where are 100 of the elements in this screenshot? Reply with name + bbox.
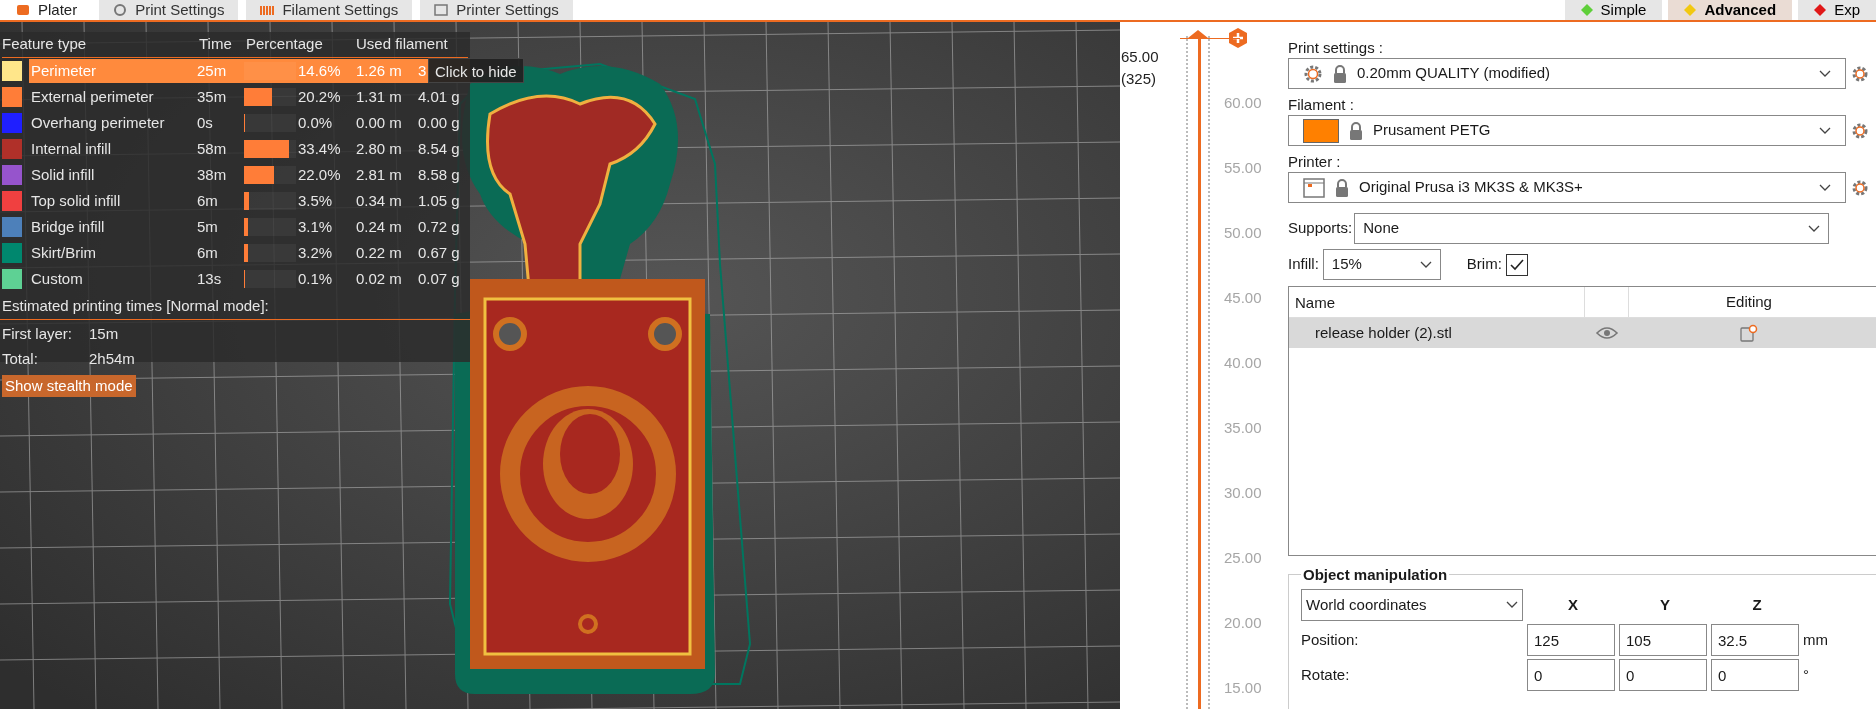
estimate-heading: Estimated printing times [Normal mode]: (2, 296, 269, 317)
weight-value: 8.58 g (418, 164, 460, 185)
feature-label: External perimeter (30, 86, 155, 107)
number-field[interactable]: 125 (1527, 624, 1615, 656)
percentage-value: 14.6% (298, 60, 342, 81)
feature-label: Internal infill (30, 138, 113, 159)
time-label: Total: (2, 349, 39, 370)
preset-dropdown[interactable]: Original Prusa i3 MK3S & MK3S+ (1288, 172, 1846, 203)
time-value: 13s (197, 268, 223, 289)
length-value: 0.24 m (356, 216, 403, 237)
length-value: 0.22 m (356, 242, 403, 263)
tab-icon (260, 3, 275, 17)
feature-label: Custom (30, 268, 84, 289)
percentage-value: 22.0% (298, 164, 342, 185)
percentage-value: 33.4% (298, 138, 342, 159)
number-field[interactable]: 105 (1619, 624, 1707, 656)
weight-value: 0.67 g (418, 242, 460, 263)
axis-label: Y (1659, 594, 1671, 615)
mode-button[interactable]: Exp (1798, 0, 1876, 20)
lock-icon (1335, 178, 1349, 197)
length-value: 0.34 m (356, 190, 403, 211)
checkmark-icon (1508, 257, 1525, 272)
preset-dropdown[interactable]: Prusament PETG (1288, 115, 1846, 146)
tab-icon (434, 3, 449, 17)
feature-label: Overhang perimeter (30, 112, 166, 133)
supports-label: Supports: (1288, 218, 1353, 239)
time-value: 58m (197, 138, 228, 159)
feature-label: Bridge infill (30, 216, 106, 237)
weight-value: 0.00 g (418, 112, 460, 133)
length-value: 1.26 m (356, 60, 403, 81)
tab[interactable]: Filament Settings (246, 0, 413, 20)
column-header: Used filament (356, 34, 449, 55)
field-label: Rotate: (1301, 664, 1351, 685)
infill-dropdown[interactable]: 15% (1322, 249, 1441, 280)
object-row[interactable]: release holder (2).stl (1289, 318, 1876, 348)
time-value: 25m (197, 60, 228, 81)
tab[interactable]: Printer Settings (420, 0, 573, 20)
show-stealth-mode-button[interactable]: Show stealth mode (2, 375, 136, 397)
percentage-value: 20.2% (298, 86, 342, 107)
feature-label: Solid infill (30, 164, 96, 185)
tab-icon (16, 3, 30, 17)
gear-icon (1303, 63, 1323, 84)
brim-checkbox[interactable] (1505, 253, 1528, 276)
number-field[interactable]: 0 (1711, 659, 1799, 691)
preset-label: Filament : (1288, 95, 1355, 115)
time-value: 6m (197, 190, 219, 211)
time-value: 5m (197, 216, 219, 237)
feature-label: Top solid infill (30, 190, 122, 211)
percentage-value: 3.1% (298, 216, 334, 237)
printer-icon (1303, 177, 1325, 198)
time-value: 2h54m (89, 349, 135, 370)
preset-dropdown[interactable]: 0.20mm QUALITY (modified) (1288, 58, 1846, 89)
column-header: Name (1289, 287, 1585, 317)
brim-label: Brim: (1466, 254, 1502, 275)
weight-value: 1.05 g (418, 190, 460, 211)
number-field[interactable]: 32.5 (1711, 624, 1799, 656)
supports-dropdown[interactable]: None (1354, 213, 1830, 244)
layer-slider-track[interactable] (1198, 38, 1201, 709)
percentage-value: 0.0% (298, 112, 334, 133)
time-value: 15m (89, 324, 119, 345)
preset-label: Printer : (1288, 152, 1342, 172)
number-field[interactable]: 0 (1527, 659, 1615, 691)
percentage-value: 0.1% (298, 268, 334, 289)
weight-value: 4.01 g (418, 86, 460, 107)
weight-value: 8.54 g (418, 138, 460, 159)
tab-icon (113, 3, 128, 17)
lock-icon (1349, 121, 1363, 140)
percentage-value: 3.5% (298, 190, 334, 211)
eye-icon[interactable] (1596, 326, 1618, 340)
axis-label: X (1567, 594, 1579, 615)
feature-label: Skirt/Brim (30, 242, 97, 263)
length-value: 2.80 m (356, 138, 403, 159)
field-label: Position: (1301, 629, 1360, 650)
column-header: Percentage (246, 34, 324, 55)
coordinates-dropdown[interactable]: World coordinates (1301, 589, 1523, 621)
mode-button[interactable]: Simple (1564, 0, 1663, 20)
unit-label: mm (1803, 629, 1828, 650)
unit-label: ° (1803, 664, 1809, 685)
infill-label: Infill: (1288, 254, 1319, 275)
column-header: Editing (1725, 291, 1773, 312)
time-value: 6m (197, 242, 219, 263)
object-settings-icon[interactable] (1740, 324, 1758, 342)
mode-button[interactable]: Advanced (1668, 0, 1793, 20)
length-value: 2.81 m (356, 164, 403, 185)
weight-value: 0.72 g (418, 216, 460, 237)
time-value: 0s (197, 112, 214, 133)
tab[interactable]: Print Settings (99, 0, 239, 20)
length-value: 0.02 m (356, 268, 403, 289)
column-header: Feature type (2, 34, 88, 55)
add-color-change-icon[interactable] (1228, 28, 1248, 48)
time-value: 35m (197, 86, 228, 107)
number-field[interactable]: 0 (1619, 659, 1707, 691)
length-value: 1.31 m (356, 86, 403, 107)
weight-value: 0.07 g (418, 268, 460, 289)
column-header: Time (199, 34, 233, 55)
length-value: 0.00 m (356, 112, 403, 133)
time-value: 38m (197, 164, 228, 185)
feature-label: Perimeter (30, 60, 98, 81)
percentage-value: 3.2% (298, 242, 334, 263)
lock-icon (1333, 64, 1347, 83)
